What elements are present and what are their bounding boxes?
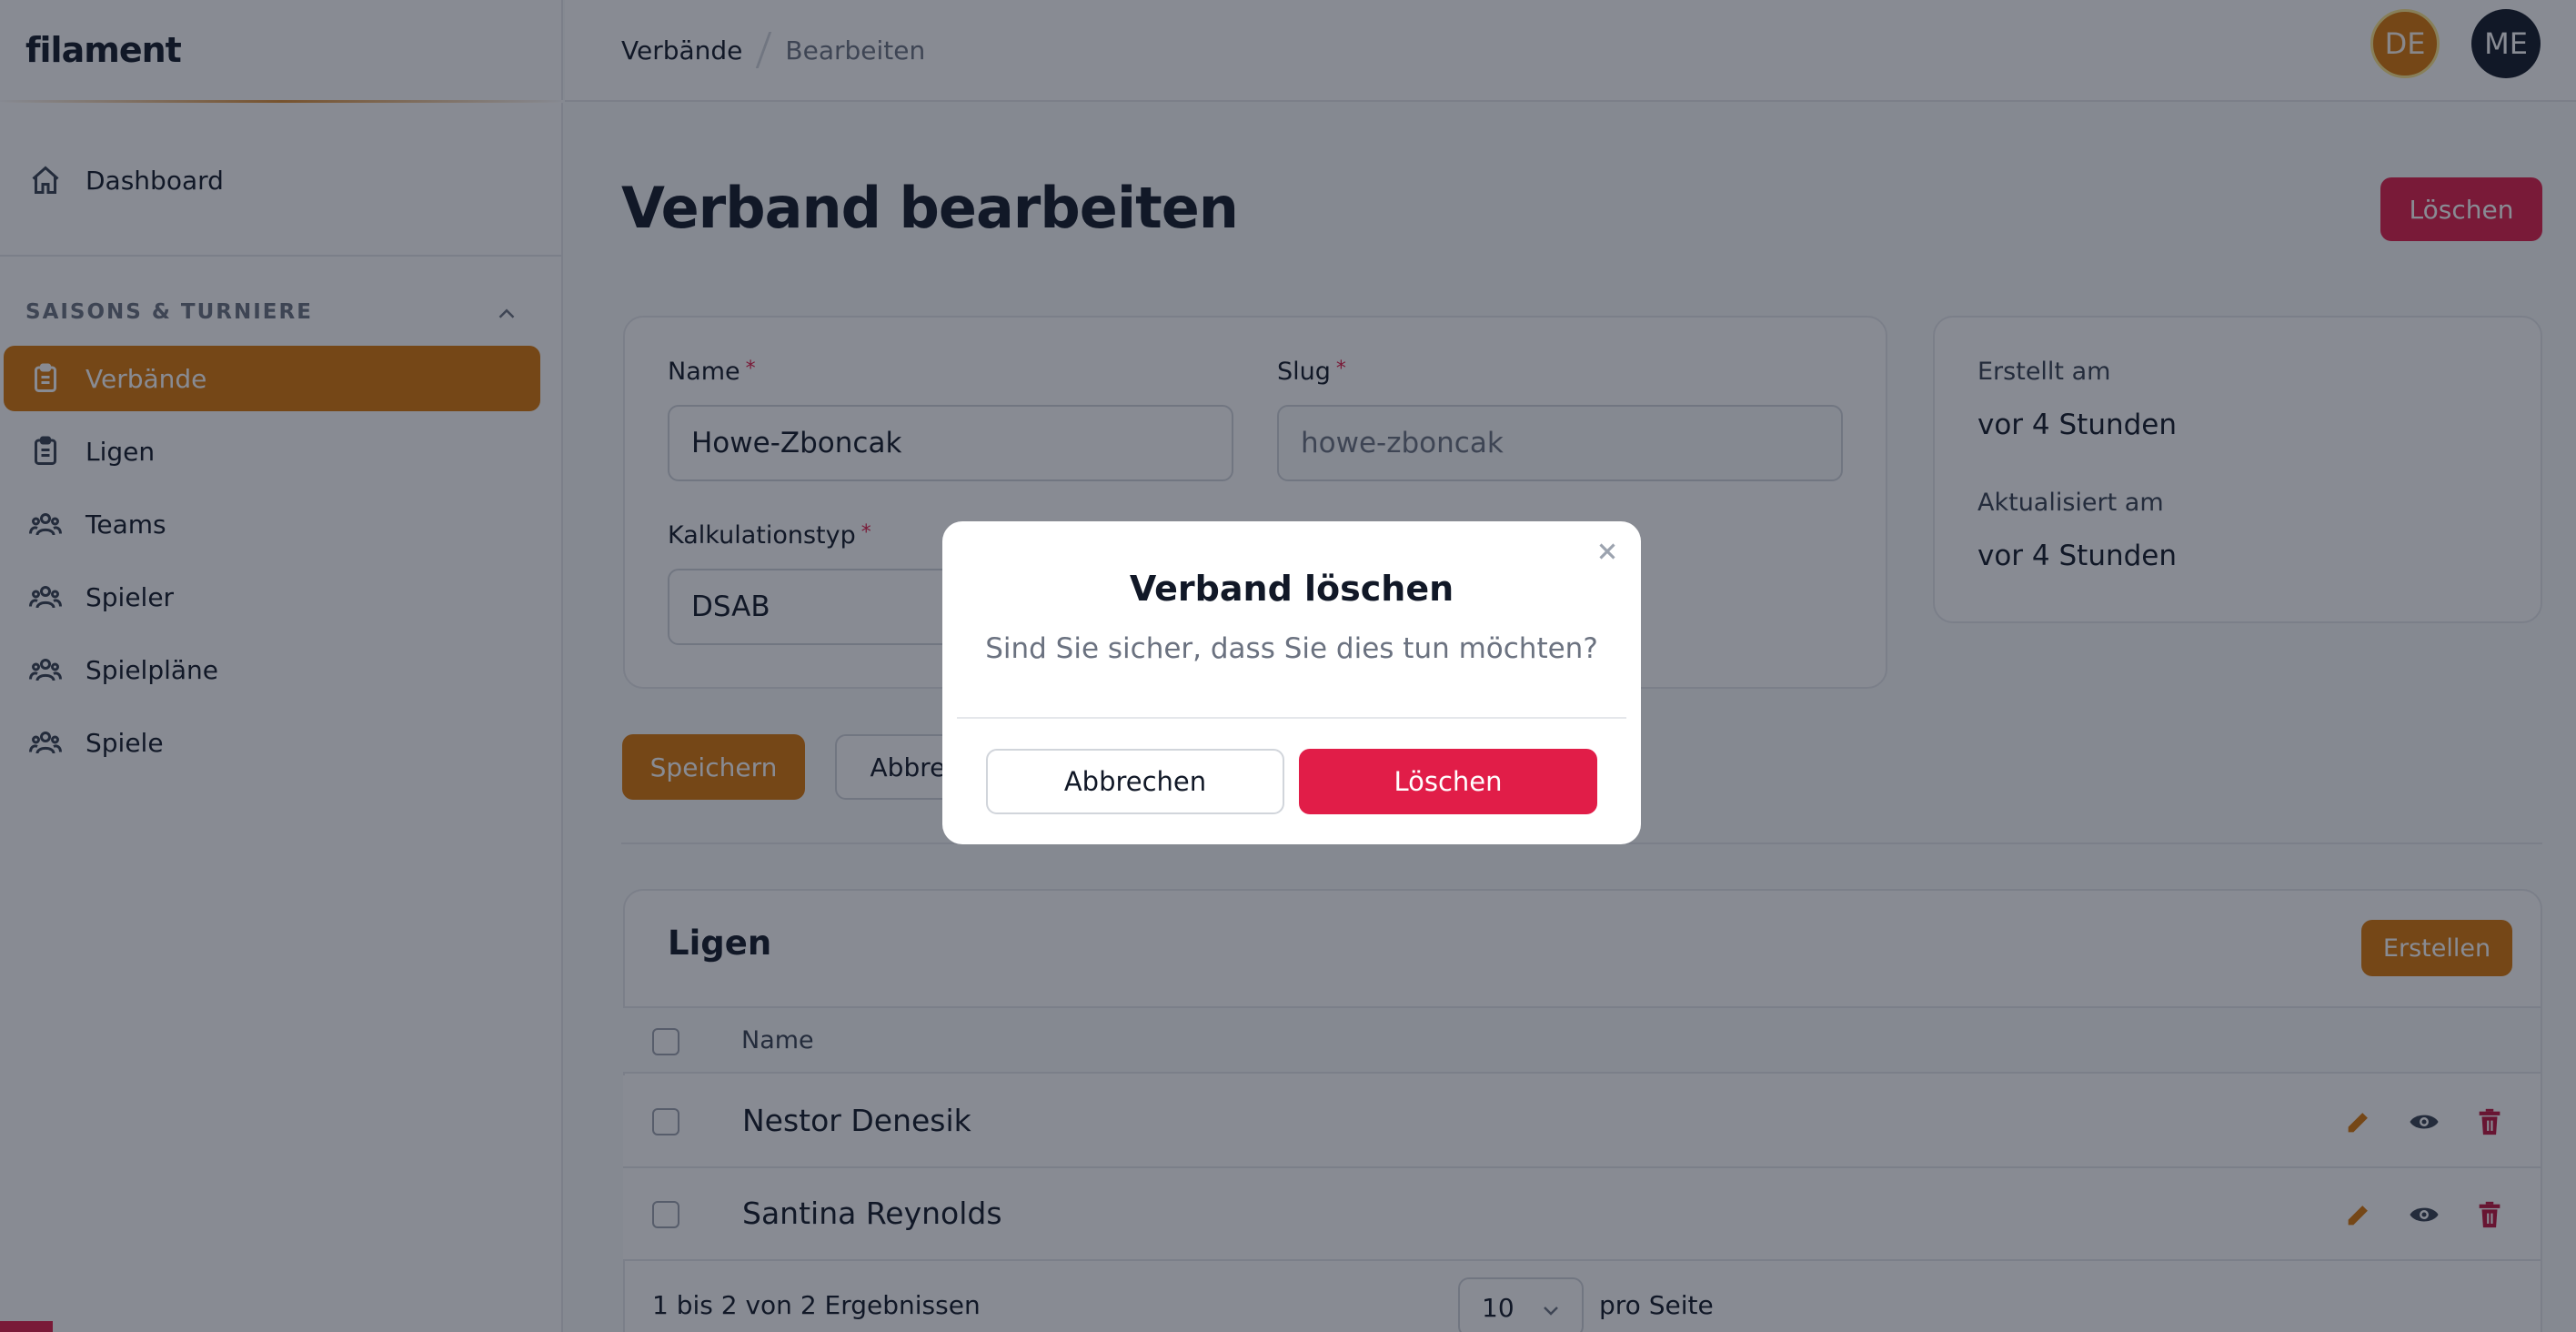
- close-icon[interactable]: [1594, 538, 1621, 565]
- modal-confirm-button[interactable]: Löschen: [1299, 749, 1597, 814]
- modal-cancel-button[interactable]: Abbrechen: [986, 749, 1284, 814]
- modal-divider: [957, 717, 1626, 719]
- modal-title: Verband löschen: [1129, 569, 1454, 609]
- confirm-delete-modal: Verband löschen Sind Sie sicher, dass Si…: [942, 521, 1641, 844]
- modal-description: Sind Sie sicher, dass Sie dies tun möcht…: [985, 632, 1598, 665]
